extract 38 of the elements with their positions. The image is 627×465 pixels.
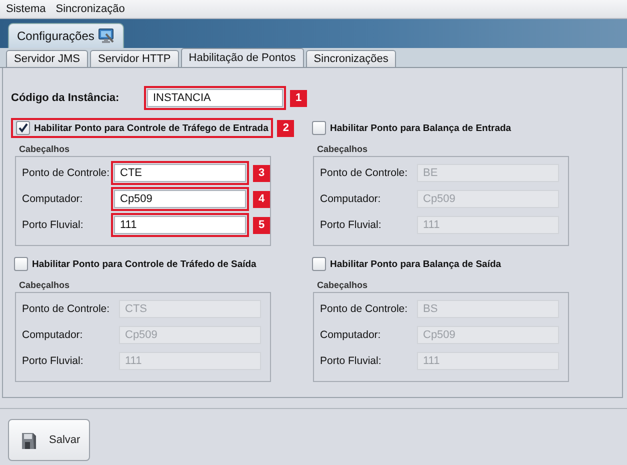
field-label: Ponto de Controle: bbox=[320, 167, 409, 179]
field-label: Ponto de Controle: bbox=[320, 303, 409, 315]
text-field[interactable]: INSTANCIA bbox=[147, 89, 283, 107]
callout-badge: 2 bbox=[277, 120, 294, 136]
callout-badge: 5 bbox=[253, 216, 270, 234]
field-label: Computador: bbox=[320, 329, 382, 341]
group-title: Cabeçalhos bbox=[19, 280, 71, 290]
text-field[interactable]: Cp509 bbox=[114, 190, 246, 208]
checkbox-label[interactable]: Habilitar Ponto para Balança de Saída bbox=[330, 258, 502, 270]
checkbox-label[interactable]: Habilitar Ponto para Controle de Tráfedo de Saída bbox=[32, 258, 256, 270]
field-label: Porto Fluvial: bbox=[22, 355, 84, 367]
menu-item[interactable]: Sistema bbox=[4, 3, 48, 15]
tab[interactable]: Servidor HTTP bbox=[90, 50, 179, 67]
callout-badge: 1 bbox=[290, 90, 307, 106]
field-label: Computador: bbox=[22, 193, 84, 205]
field-label: Porto Fluvial: bbox=[320, 219, 382, 231]
group-title: Cabeçalhos bbox=[317, 280, 369, 290]
field-label: Porto Fluvial: bbox=[320, 355, 382, 367]
text-field[interactable]: 111 bbox=[114, 216, 246, 234]
save-button[interactable]: Salvar bbox=[8, 419, 90, 461]
checkbox-label[interactable]: Habilitar Ponto para Controle de Tráfego de Entrada bbox=[34, 122, 268, 134]
text-field[interactable]: CTE bbox=[114, 164, 246, 182]
callout-badge: 4 bbox=[253, 190, 270, 208]
group-title: Cabeçalhos bbox=[19, 144, 71, 154]
callout-badge: 3 bbox=[253, 164, 270, 182]
group-title: Cabeçalhos bbox=[317, 144, 369, 154]
field-label: Ponto de Controle: bbox=[22, 303, 111, 315]
tab[interactable]: Configurações bbox=[8, 23, 124, 48]
field-label: Porto Fluvial: bbox=[22, 219, 84, 231]
field-label: Computador: bbox=[22, 329, 84, 341]
field-label: Ponto de Controle: bbox=[22, 167, 111, 179]
menu-item[interactable]: Sincronização bbox=[54, 3, 127, 15]
field-label: Computador: bbox=[320, 193, 382, 205]
tab[interactable]: Habilitação de Pontos bbox=[180, 48, 304, 67]
field-label: Código da Instância: bbox=[11, 92, 120, 104]
tab[interactable]: Servidor JMS bbox=[6, 50, 88, 67]
tab[interactable]: Sincronizações bbox=[306, 50, 396, 67]
checkbox-label[interactable]: Habilitar Ponto para Balança de Entrada bbox=[330, 122, 512, 134]
